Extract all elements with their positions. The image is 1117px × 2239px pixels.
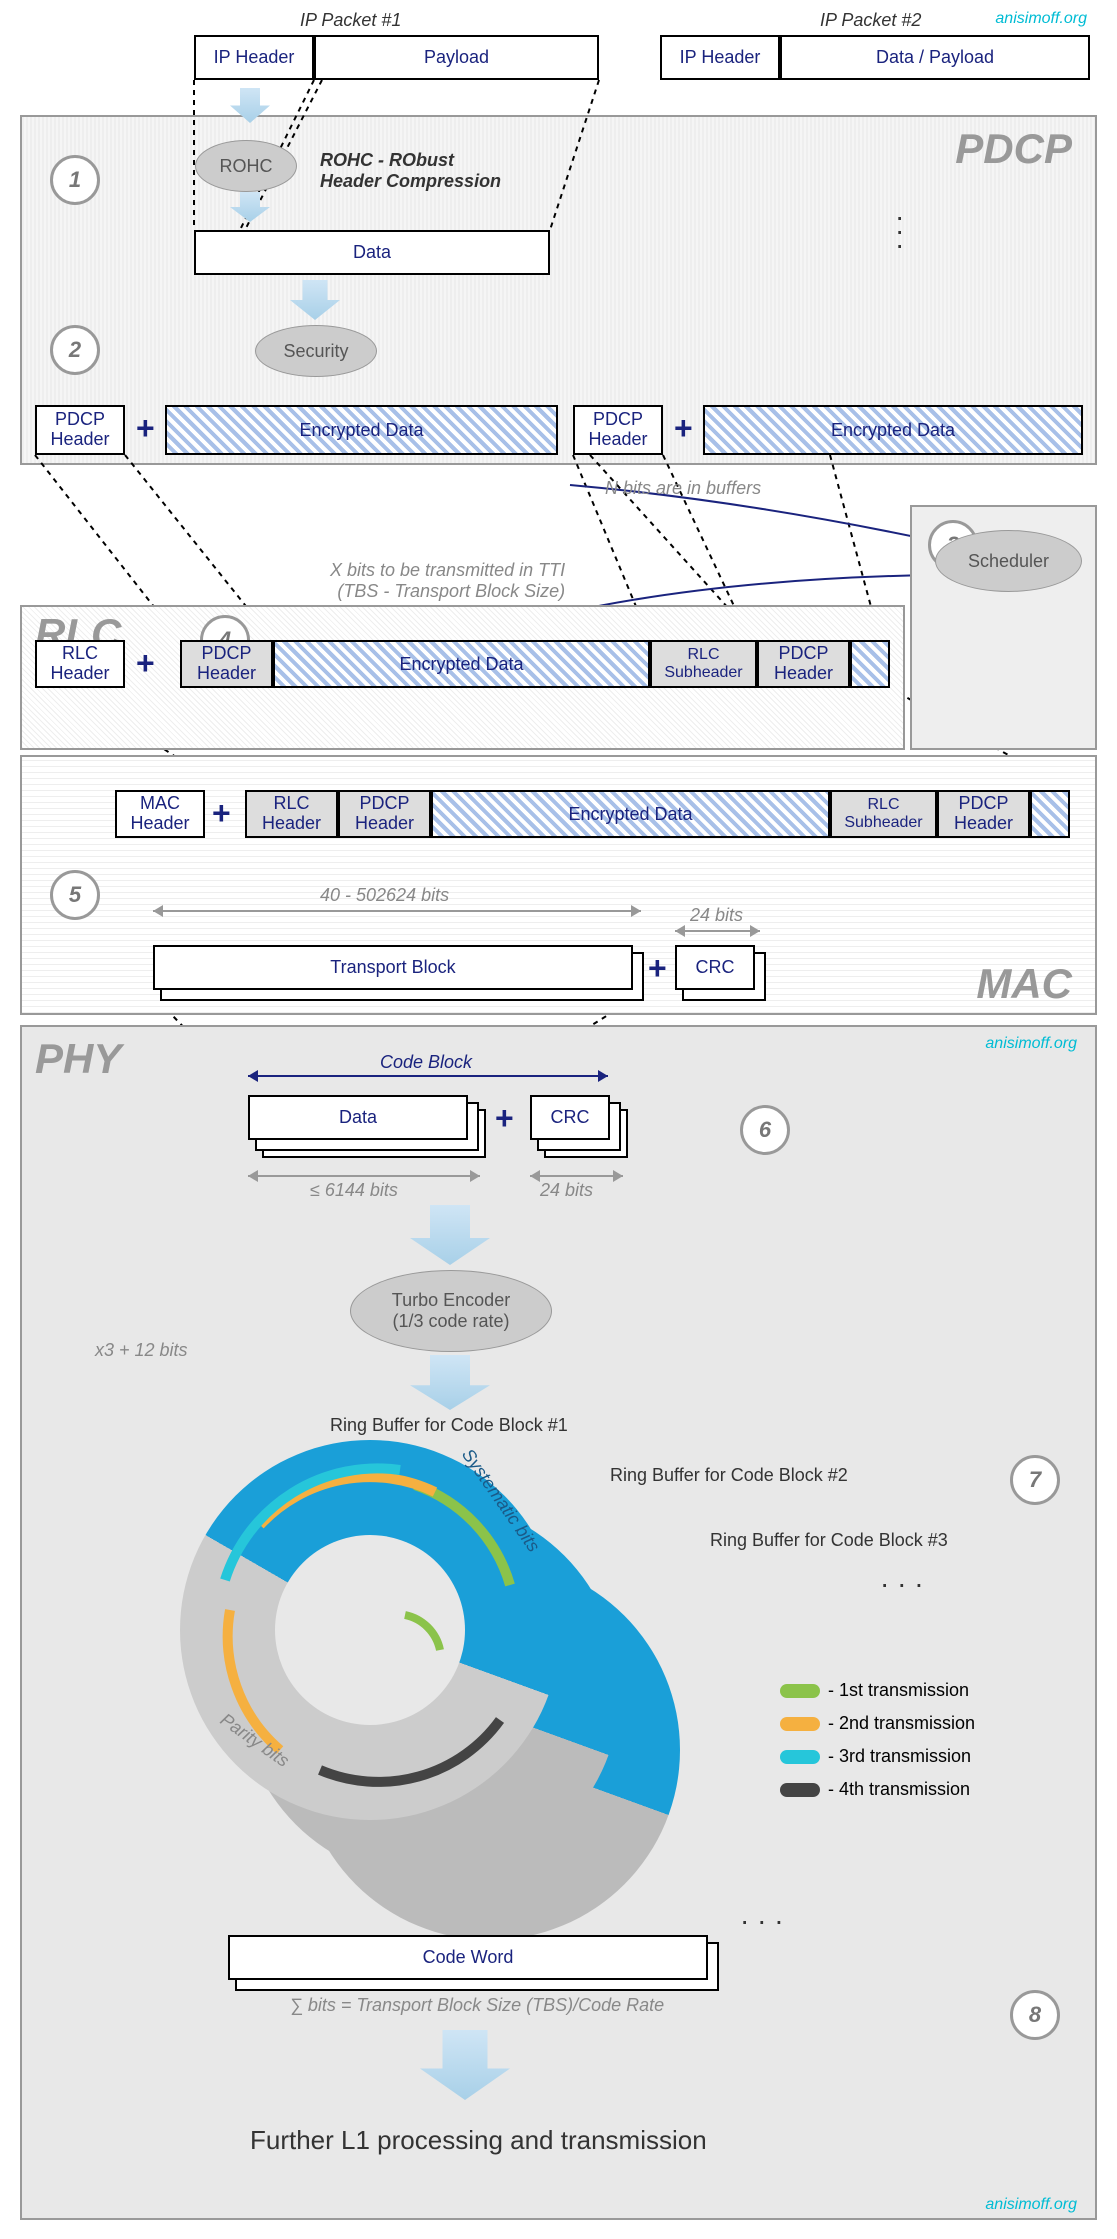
mac-rlc-header: RLC Header — [245, 790, 338, 838]
mac-header: MAC Header — [115, 790, 205, 838]
crc-dim — [675, 930, 760, 932]
x3-label: x3 + 12 bits — [95, 1340, 188, 1361]
mac-pdcp-header-1: PDCP Header — [338, 790, 431, 838]
x-bits-label: X bits to be transmitted in TTI (TBS - T… — [330, 560, 565, 602]
rohc-text: ROHC - RObust Header Compression — [320, 150, 501, 192]
cw-dots: · · · — [740, 1905, 784, 1937]
tb-dim — [153, 910, 641, 912]
rb-dots: · · · — [880, 1568, 924, 1600]
encrypted-2: Encrypted Data — [703, 405, 1083, 455]
legend-arc-4 — [780, 1783, 820, 1797]
rlc-pdcp-header-2: PDCP Header — [757, 640, 850, 688]
security-ellipse: Security — [255, 325, 377, 377]
mac-rlc-subheader: RLC Subheader — [830, 790, 937, 838]
encrypted-1: Encrypted Data — [165, 405, 558, 455]
watermark-bottom: anisimoff.org — [985, 2196, 1077, 2214]
crc-mac: CRC — [675, 945, 755, 990]
rohc-ellipse: ROHC — [195, 140, 297, 192]
payload-1: Payload — [314, 35, 599, 80]
protocol-stack-diagram: anisimoff.org IP Packet #1 IP Packet #2 … — [10, 10, 1107, 2229]
legend: - 1st transmission - 2nd transmission - … — [780, 1680, 975, 1800]
rb1-label: Ring Buffer for Code Block #1 — [330, 1415, 568, 1436]
legend-t4: 4th transmission — [839, 1779, 970, 1799]
payload-2: Data / Payload — [780, 35, 1090, 80]
watermark-top: anisimoff.org — [995, 10, 1087, 28]
mac-encrypted: Encrypted Data — [431, 790, 830, 838]
step-2: 2 — [50, 325, 100, 375]
code-word: Code Word — [228, 1935, 708, 1980]
tb-bits: 40 - 502624 bits — [320, 885, 449, 906]
legend-arc-2 — [780, 1717, 820, 1731]
ring-arcs — [180, 1440, 680, 1940]
mac-encrypted-partial — [1030, 790, 1070, 838]
transport-block: Transport Block — [153, 945, 633, 990]
step-1: 1 — [50, 155, 100, 205]
cb-crc-dim — [530, 1175, 623, 1177]
plus-cb: + — [495, 1100, 514, 1137]
n-bits-label: N bits are in buffers — [605, 478, 761, 499]
mac-pdcp-header-2: PDCP Header — [937, 790, 1030, 838]
legend-t3: 3rd transmission — [839, 1746, 971, 1766]
ring-buffers — [180, 1440, 680, 1940]
step-8: 8 — [1010, 1990, 1060, 2040]
step-6: 6 — [740, 1105, 790, 1155]
cb-data: Data — [248, 1095, 468, 1140]
sum-bits-label: ∑ bits = Transport Block Size (TBS)/Code… — [290, 1995, 664, 2016]
ip-header-2: IP Header — [660, 35, 780, 80]
data-bits-label: ≤ 6144 bits — [310, 1180, 398, 1201]
ip-header-1: IP Header — [194, 35, 314, 80]
cb-crc: CRC — [530, 1095, 610, 1140]
scheduler-ellipse: Scheduler — [935, 530, 1082, 592]
pdcp-header-1: PDCP Header — [35, 405, 125, 455]
legend-arc-1 — [780, 1684, 820, 1698]
plus-2: + — [674, 410, 693, 447]
ip-packet-2-label: IP Packet #2 — [820, 10, 921, 31]
pdcp-label: PDCP — [955, 125, 1072, 173]
legend-t2: 2nd transmission — [839, 1713, 975, 1733]
watermark-phy: anisimoff.org — [985, 1035, 1077, 1053]
rlc-encrypted-partial — [850, 640, 890, 688]
plus-tb: + — [648, 950, 667, 987]
ip-packet-1-label: IP Packet #1 — [300, 10, 401, 31]
data-box: Data — [194, 230, 550, 275]
rlc-header: RLC Header — [35, 640, 125, 688]
pdcp-header-2: PDCP Header — [573, 405, 663, 455]
mac-label: MAC — [976, 960, 1072, 1008]
codeblock-label: Code Block — [380, 1052, 472, 1073]
plus-mac: + — [212, 795, 231, 832]
phy-crc-bits: 24 bits — [540, 1180, 593, 1201]
rlc-encrypted: Encrypted Data — [273, 640, 650, 688]
rlc-subheader-1: RLC Subheader — [650, 640, 757, 688]
codeblock-dim — [248, 1075, 608, 1077]
plus-1: + — [136, 410, 155, 447]
step-7: 7 — [1010, 1455, 1060, 1505]
turbo-encoder: Turbo Encoder (1/3 code rate) — [350, 1270, 552, 1352]
legend-arc-3 — [780, 1750, 820, 1764]
further-label: Further L1 processing and transmission — [250, 2125, 707, 2156]
plus-rlc: + — [136, 645, 155, 682]
rb3-label: Ring Buffer for Code Block #3 — [710, 1530, 948, 1551]
phy-label: PHY — [35, 1035, 121, 1083]
crc-bits: 24 bits — [690, 905, 743, 926]
cb-data-dim — [248, 1175, 480, 1177]
legend-t1: 1st transmission — [839, 1680, 969, 1700]
step-5: 5 — [50, 870, 100, 920]
rlc-pdcp-header-1: PDCP Header — [180, 640, 273, 688]
dots-pdcp: ··· — [895, 210, 904, 252]
